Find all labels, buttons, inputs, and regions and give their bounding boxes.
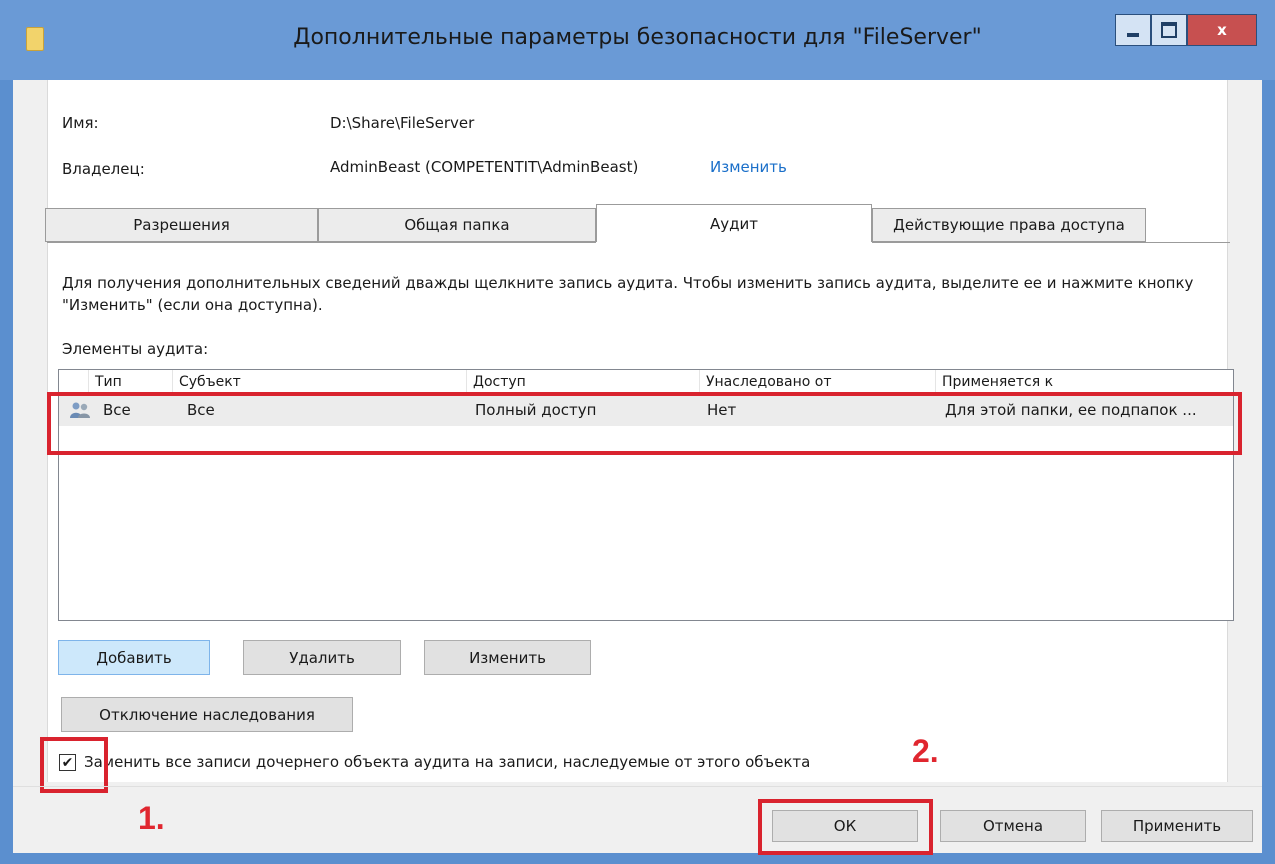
checkbox-highlight-box	[40, 737, 108, 793]
maximize-button[interactable]	[1151, 14, 1187, 46]
footer-divider	[13, 786, 1262, 787]
column-header-access[interactable]: Доступ	[467, 370, 700, 394]
name-label: Имя:	[62, 114, 99, 132]
name-value: D:\Share\FileServer	[330, 114, 475, 132]
active-tab-gap	[596, 242, 872, 243]
apply-button[interactable]: Применить	[1101, 810, 1253, 842]
column-header-inherited-from[interactable]: Унаследовано от	[700, 370, 936, 394]
replace-child-label[interactable]: Заменить все записи дочернего объекта ау…	[84, 753, 810, 771]
add-button-label: Добавить	[96, 648, 172, 667]
disable-inheritance-label: Отключение наследования	[99, 705, 315, 724]
audit-description: Для получения дополнительных сведений дв…	[62, 274, 1194, 314]
tab-effective-access-label: Действующие права доступа	[893, 216, 1125, 234]
column-header-type[interactable]: Тип	[89, 370, 173, 394]
edit-button[interactable]: Изменить	[424, 640, 591, 675]
tab-effective-access[interactable]: Действующие права доступа	[872, 208, 1146, 242]
title-bar[interactable]: Дополнительные параметры безопасности дл…	[0, 0, 1275, 80]
owner-label: Владелец:	[62, 160, 145, 178]
annotation-step-2: 2.	[912, 733, 939, 769]
minimize-button[interactable]	[1115, 14, 1151, 46]
add-button[interactable]: Добавить	[58, 640, 210, 675]
disable-inheritance-button[interactable]: Отключение наследования	[61, 697, 353, 732]
owner-value: AdminBeast (COMPETENTIT\AdminBeast)	[330, 158, 639, 176]
ok-highlight-box	[758, 799, 933, 855]
edit-button-label: Изменить	[469, 648, 546, 667]
column-header-subject[interactable]: Субъект	[173, 370, 467, 394]
tab-permissions[interactable]: Разрешения	[45, 208, 318, 242]
column-header-applies-to[interactable]: Применяется к	[936, 370, 1233, 394]
remove-button-label: Удалить	[289, 648, 355, 667]
tab-shared-folder[interactable]: Общая папка	[318, 208, 596, 242]
column-header-icon	[59, 370, 89, 394]
tab-audit-label: Аудит	[710, 214, 758, 233]
annotation-step-1: 1.	[138, 800, 165, 836]
window-title: Дополнительные параметры безопасности дл…	[293, 25, 982, 50]
close-icon: x	[1217, 21, 1227, 39]
close-button[interactable]: x	[1187, 14, 1257, 46]
tab-audit[interactable]: Аудит	[596, 204, 872, 243]
remove-button[interactable]: Удалить	[243, 640, 401, 675]
cancel-button[interactable]: Отмена	[940, 810, 1086, 842]
list-header: Тип Субъект Доступ Унаследовано от Приме…	[59, 370, 1233, 394]
tab-permissions-label: Разрешения	[133, 216, 230, 234]
cancel-button-label: Отмена	[982, 817, 1044, 835]
row-highlight-box	[47, 392, 1242, 455]
dialog-window: Дополнительные параметры безопасности дл…	[0, 0, 1275, 864]
minimize-icon	[1127, 33, 1139, 37]
audit-entries-label: Элементы аудита:	[62, 340, 209, 358]
owner-change-link[interactable]: Изменить	[710, 158, 787, 176]
maximize-icon	[1161, 22, 1177, 38]
tab-shared-folder-label: Общая папка	[404, 216, 510, 234]
apply-button-label: Применить	[1132, 817, 1222, 835]
